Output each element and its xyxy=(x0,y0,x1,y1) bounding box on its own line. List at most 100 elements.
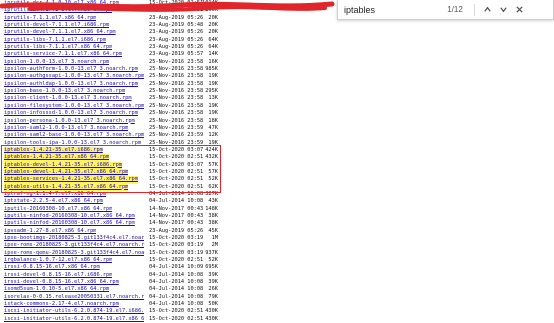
file-link[interactable]: isorelax-0-0.15.release20050331.el7.noar… xyxy=(4,294,144,301)
file-size: 62K xyxy=(208,183,218,190)
file-link[interactable]: iprutils-dcr-4.1.0-10.el7.x86_64.rpm xyxy=(4,0,119,7)
file-size: 79K xyxy=(208,293,218,300)
file-size: 2M xyxy=(211,242,218,249)
file-link[interactable]: iptables-services-1.4.21-35.el7.x86_64.r… xyxy=(4,176,138,184)
file-size: 19K xyxy=(208,80,218,87)
file-link[interactable]: ipsilon-1.0.0-13.el7_3.noarch.rpm xyxy=(4,59,109,66)
file-size: 695K xyxy=(205,264,218,271)
file-link[interactable]: iprutils-libs-7.1.1.el7.x86_64.rpm xyxy=(4,44,112,51)
file-size: 52K xyxy=(208,176,218,183)
file-size: 1014K xyxy=(202,0,218,6)
file-size: 19K xyxy=(208,73,218,80)
file-link[interactable]: iscsi-initiator-utils-6.2.0.874-19.el7.i… xyxy=(4,308,144,315)
file-row: irssi-devel-0.8.15-16.el7.i686.rpm 04-Jul… xyxy=(0,272,554,279)
file-size: 50K xyxy=(208,301,218,308)
file-size: 57K xyxy=(208,168,218,175)
file-row: iptables-utils-1.4.21-35.el7.x86_64.rpm 1… xyxy=(0,183,554,191)
file-row: iprutils-libs-7.1.1.el7.x86_64.rpm 23-Aug… xyxy=(0,44,554,51)
file-link[interactable]: iptraf-ng-1.1.4-7.el7.x86_64.rpm xyxy=(4,191,106,198)
chevron-down-icon xyxy=(499,7,507,13)
file-row: iputils-20160308-10.el7.x86_64.rpm 14-Nov… xyxy=(0,206,554,213)
file-row: iptables-1.4.21-35.el7.x86_64.rpm 15-Oct-… xyxy=(0,154,554,162)
file-size: 20K xyxy=(208,22,218,29)
file-row: irqbalance-1.0.7-12.el7.x86_64.rpm 15-Oct… xyxy=(0,257,554,264)
file-size: 327K xyxy=(205,190,218,197)
file-size: 12K xyxy=(208,132,218,139)
file-link[interactable]: iputils-20160308-10.el7.x86_64.rpm xyxy=(4,206,112,213)
file-link[interactable]: ipsilon-client-1.0.0-13.el7_3.noarch.rpm xyxy=(4,95,132,102)
close-find-button[interactable] xyxy=(511,2,527,18)
file-size: 26K xyxy=(208,286,218,293)
file-link[interactable]: ipvsadm-1.27-8.el7.x86_64.rpm xyxy=(4,228,96,235)
file-size: 430K xyxy=(205,308,218,315)
file-link[interactable]: iprutils-7.1.1.el7.x86_64.rpm xyxy=(4,15,96,22)
file-link[interactable]: iprutils-libs-7.1.1.el7.i686.rpm xyxy=(4,37,106,44)
file-size: 64K xyxy=(208,44,218,51)
file-row: iptraf-ng-1.1.4-7.el7.x86_64.rpm 04-Jul-2… xyxy=(0,191,554,198)
file-link[interactable]: ipxe-roms-qemu-20180825-3.git133f4c4.el7… xyxy=(4,250,144,257)
file-link[interactable]: iptables-utils-1.4.21-35.el7.x86_64.rpm xyxy=(4,183,129,191)
file-link[interactable]: ipsilon-base-1.0.0-13.el7_3.noarch.rpm xyxy=(4,88,125,95)
file-link[interactable]: iptables-devel-1.4.21-35.el7.x86_64.rpm xyxy=(4,168,129,177)
file-link[interactable]: irssi-0.8.15-16.el7.x86_64.rpm xyxy=(4,264,100,271)
file-link[interactable]: iprutils-devel-7.1.1.el7.i686.rpm xyxy=(4,22,109,29)
file-link[interactable]: ipsilon-authldap-1.0.0-13.el7_3.noarch.r… xyxy=(4,81,138,88)
file-row: istack-commons-2.17-4.el7.noarch.rpm 04-J… xyxy=(0,301,554,308)
file-link[interactable]: irssi-devel-0.8.15-16.el7.x86_64.rpm xyxy=(4,279,119,286)
file-link[interactable]: iputils-ninfod-20160308-10.el7.x86_64.rp… xyxy=(4,213,135,220)
file-size: 937K xyxy=(205,249,218,256)
file-link[interactable]: iprutils-devel-7.1.1.el7.x86_64.rpm xyxy=(4,29,116,36)
file-size: 64K xyxy=(208,36,218,43)
file-link[interactable]: iptables-devel-1.4.21-35.el7.i686.rpm xyxy=(4,161,122,169)
file-link[interactable]: irqbalance-1.0.7-12.el7.x86_64.rpm xyxy=(4,257,112,264)
file-link[interactable]: ipsilon-saml2-1.0.0-13.el7_3.noarch.rpm xyxy=(4,125,128,132)
file-size: 985K xyxy=(205,66,218,73)
file-link[interactable]: iscsi-initiator-utils-6.2.0.874-19.el7.x… xyxy=(4,316,144,323)
file-link[interactable]: iprutils-2.4.17.1-3.el7.x86_64.rpm xyxy=(4,7,112,14)
file-row: ipxe-roms-qemu-20180825-3.git133f4c4.el7… xyxy=(0,250,554,257)
chevron-up-icon xyxy=(483,6,491,12)
file-size: 38K xyxy=(208,220,218,227)
file-row: iprutils-service-7.1.1.el7.x86_64.rpm 23-… xyxy=(0,51,554,58)
file-row: iptables-devel-1.4.21-35.el7.i686.rpm 15-… xyxy=(0,161,554,169)
file-size: 19K xyxy=(208,139,218,146)
file-link[interactable]: ipsilon-saml2-base-1.0.0-13.el7_3.noarch… xyxy=(4,132,144,139)
find-bar: 1/12 xyxy=(337,0,554,20)
file-link[interactable]: ipsilon-authform-1.0.0-13.el7_3.noarch.r… xyxy=(4,66,138,73)
file-link[interactable]: iptables-1.4.21-35.el7.i686.rpm xyxy=(4,146,103,155)
file-link[interactable]: iprutils-service-7.1.1.el7.x86_64.rpm xyxy=(4,51,122,58)
file-size: 39K xyxy=(208,271,218,278)
file-link[interactable]: iputils-ninfod-20160308-10.el7.x86_64.rp… xyxy=(4,220,135,227)
file-link[interactable]: iptstate-2.2.5-4.el7.x86_64.rpm xyxy=(4,198,103,205)
file-size: 13K xyxy=(208,95,218,102)
file-link[interactable]: istack-commons-2.17-4.el7.noarch.rpm xyxy=(4,301,119,308)
file-row: ipxe-bootimgs-20180825-3.git133f4c4.el7.… xyxy=(0,235,554,242)
file-size: 45K xyxy=(208,227,218,234)
file-row: iprutils-devel-7.1.1.el7.i686.rpm 23-Aug-… xyxy=(0,22,554,29)
file-row: ipsilon-base-1.0.0-13.el7_3.noarch.rpm 25… xyxy=(0,88,554,95)
file-row: irssi-devel-0.8.15-16.el7.x86_64.rpm 04-J… xyxy=(0,279,554,286)
file-row: iprutils-libs-7.1.1.el7.i686.rpm 23-Aug-2… xyxy=(0,37,554,44)
file-link[interactable]: isomd5sum-1.0.10-5.el7.x86_64.rpm xyxy=(4,286,109,293)
file-link[interactable]: ipsilon-persona-1.0.0-13.el7_3.noarch.rp… xyxy=(4,118,135,125)
file-size: 20K xyxy=(208,14,218,21)
next-match-button[interactable] xyxy=(495,2,511,18)
file-link[interactable]: ipsilon-infosssd-1.0.0-13.el7_3.noarch.r… xyxy=(4,110,138,117)
match-count: 1/12 xyxy=(447,5,463,14)
file-size: 424K xyxy=(205,146,218,153)
file-link[interactable]: ipsilon-filesystem-1.0.0-13.el7_3.noarch… xyxy=(4,103,144,110)
divider xyxy=(474,3,475,16)
file-link[interactable]: irssi-devel-0.8.15-16.el7.i686.rpm xyxy=(4,272,112,279)
file-size: 20K xyxy=(208,29,218,36)
find-input[interactable] xyxy=(344,4,440,15)
file-link[interactable]: ipsilon-authgssapi-1.0.0-13.el7_3.noarch… xyxy=(4,73,144,80)
previous-match-button[interactable] xyxy=(479,2,495,18)
file-link[interactable]: ipsilon-tools-ipa-1.0.0-13.el7_3.noarch.… xyxy=(4,140,141,147)
file-size: 19K xyxy=(208,102,218,109)
file-size: 18K xyxy=(208,117,218,124)
file-row: iptstate-2.2.5-4.el7.x86_64.rpm 04-Jul-20… xyxy=(0,198,554,205)
file-link[interactable]: ipxe-bootimgs-20180825-3.git133f4c4.el7.… xyxy=(4,235,144,242)
file-size: 19K xyxy=(208,110,218,117)
file-link[interactable]: iptables-1.4.21-35.el7.x86_64.rpm xyxy=(4,154,110,162)
file-link[interactable]: ipxe-roms-20180825-3.git133f4c4.el7.noar… xyxy=(4,242,144,249)
